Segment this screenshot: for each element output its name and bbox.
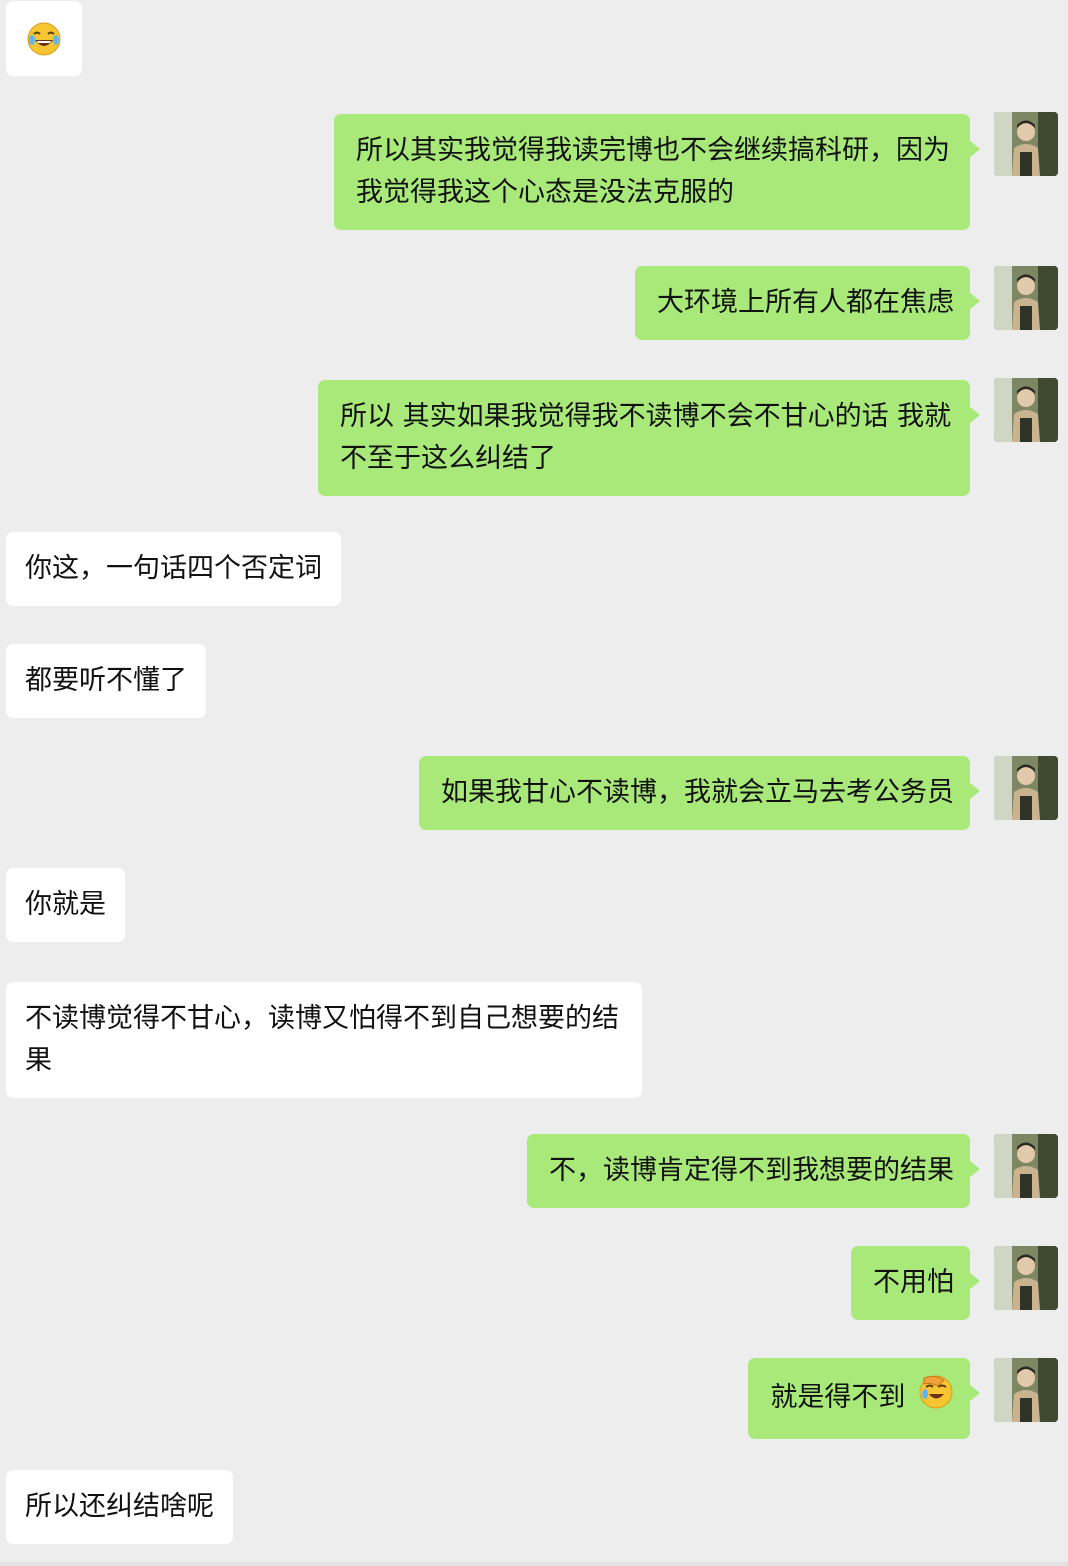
avatar-image (994, 378, 1058, 442)
message-text: 所以 其实如果我觉得我不读博不会不甘心的话 我就不至于这么纠结了 (340, 401, 952, 474)
message-text: 如果我甘心不读博，我就会立马去考公务员 (441, 777, 954, 808)
message-text: 不用怕 (873, 1267, 954, 1298)
laughing-tears-emoji-icon (27, 22, 61, 69)
message-text: 不，读博肯定得不到我想要的结果 (549, 1155, 954, 1186)
message-bubble-outgoing[interactable]: 就是得不到 (748, 1358, 980, 1439)
message-text: 你这，一句话四个否定词 (25, 553, 322, 584)
chat-area: 所以其实我觉得我读完博也不会继续搞科研，因为我觉得我这个心态是没法克服的 大环境… (0, 0, 1068, 1566)
message-bubble-outgoing[interactable]: 不，读博肯定得不到我想要的结果 (527, 1134, 980, 1208)
message-text: 大环境上所有人都在焦虑 (657, 287, 954, 318)
avatar[interactable] (994, 266, 1058, 330)
avatar-image (994, 1134, 1058, 1198)
divider (0, 1562, 1068, 1566)
avatar-image (994, 266, 1058, 330)
message-bubble-incoming[interactable]: 你这，一句话四个否定词 (6, 532, 341, 606)
message-text: 都要听不懂了 (25, 665, 187, 696)
message-bubble-outgoing[interactable]: 不用怕 (851, 1246, 980, 1320)
message-bubble-outgoing[interactable]: 所以 其实如果我觉得我不读博不会不甘心的话 我就不至于这么纠结了 (318, 380, 980, 496)
message-text: 不读博觉得不甘心，读博又怕得不到自己想要的结果 (25, 1003, 619, 1076)
facepalm-laugh-emoji-icon (918, 1374, 954, 1423)
message-bubble-incoming[interactable]: 所以还纠结啥呢 (6, 1470, 233, 1544)
message-text: 就是得不到 (770, 1382, 906, 1413)
avatar[interactable] (994, 1246, 1058, 1310)
avatar-image (994, 1246, 1058, 1310)
avatar-image (994, 112, 1058, 176)
avatar[interactable] (994, 1134, 1058, 1198)
avatar[interactable] (994, 112, 1058, 176)
message-bubble-incoming[interactable]: 你就是 (6, 868, 125, 942)
message-bubble-outgoing[interactable]: 大环境上所有人都在焦虑 (635, 266, 980, 340)
message-bubble-incoming[interactable]: 不读博觉得不甘心，读博又怕得不到自己想要的结果 (6, 982, 642, 1098)
message-bubble-outgoing[interactable]: 如果我甘心不读博，我就会立马去考公务员 (419, 756, 980, 830)
message-text: 所以还纠结啥呢 (25, 1491, 214, 1522)
avatar-image (994, 1358, 1058, 1422)
avatar-image (994, 756, 1058, 820)
message-text: 所以其实我觉得我读完博也不会继续搞科研，因为我觉得我这个心态是没法克服的 (356, 135, 950, 208)
message-bubble-incoming[interactable] (6, 1, 82, 76)
avatar[interactable] (994, 756, 1058, 820)
message-text: 你就是 (25, 889, 106, 920)
avatar[interactable] (994, 1358, 1058, 1422)
message-bubble-incoming[interactable]: 都要听不懂了 (6, 644, 206, 718)
message-bubble-outgoing[interactable]: 所以其实我觉得我读完博也不会继续搞科研，因为我觉得我这个心态是没法克服的 (334, 114, 980, 230)
avatar[interactable] (994, 378, 1058, 442)
